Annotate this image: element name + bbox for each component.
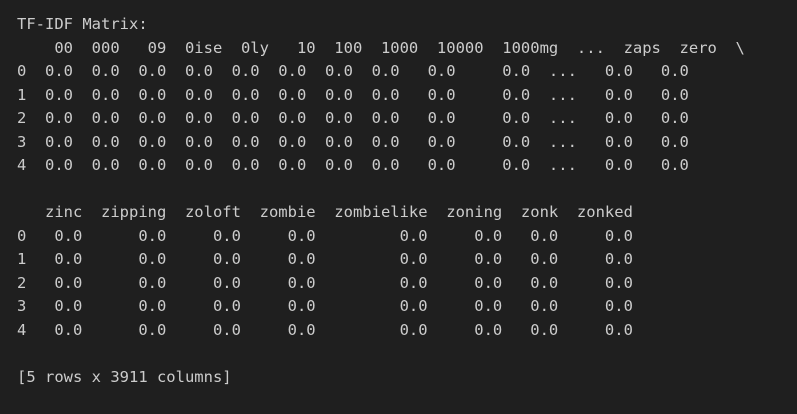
table-row: 0 0.0 0.0 0.0 0.0 0.0 0.0 0.0 0.0 0.0 0.… [17, 62, 689, 80]
dataframe-part-2: zinc zipping zoloft zombie zombielike zo… [17, 201, 797, 342]
table-row: 2 0.0 0.0 0.0 0.0 0.0 0.0 0.0 0.0 0.0 0.… [17, 109, 689, 127]
output-panel: TF-IDF Matrix: 00 000 09 0ise 0ly 10 100… [0, 0, 797, 414]
table-row: 1 0.0 0.0 0.0 0.0 0.0 0.0 0.0 0.0 0.0 0.… [17, 85, 689, 104]
output-title: TF-IDF Matrix: [17, 15, 148, 33]
dataframe-part-1: 00 000 09 0ise 0ly 10 100 1000 10000 100… [17, 37, 797, 178]
table-header: 00 000 09 0ise 0ly 10 100 1000 10000 100… [17, 38, 745, 57]
table-row: 3 0.0 0.0 0.0 0.0 0.0 0.0 0.0 0.0 [17, 297, 633, 315]
table-row: 3 0.0 0.0 0.0 0.0 0.0 0.0 0.0 0.0 0.0 0.… [17, 132, 689, 151]
table-row: 4 0.0 0.0 0.0 0.0 0.0 0.0 0.0 0.0 0.0 0.… [17, 156, 689, 174]
table-row: 4 0.0 0.0 0.0 0.0 0.0 0.0 0.0 0.0 [17, 320, 633, 339]
table-row: 1 0.0 0.0 0.0 0.0 0.0 0.0 0.0 0.0 [17, 250, 633, 268]
table-row: 0 0.0 0.0 0.0 0.0 0.0 0.0 0.0 0.0 [17, 226, 633, 245]
dataframe-summary: [5 rows x 3911 columns] [17, 367, 232, 386]
table-header: zinc zipping zoloft zombie zombielike zo… [17, 203, 633, 221]
table-row: 2 0.0 0.0 0.0 0.0 0.0 0.0 0.0 0.0 [17, 273, 633, 292]
